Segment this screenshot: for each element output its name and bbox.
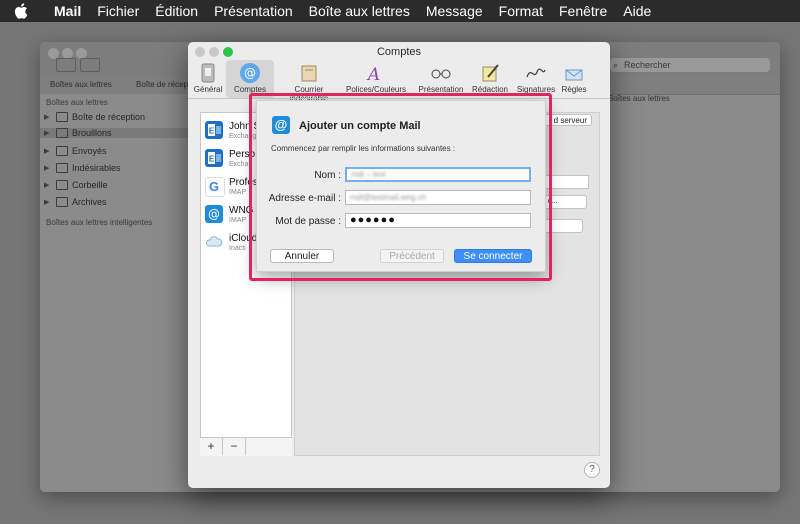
sidebar-item-drafts[interactable]: ▶ Brouillons [40, 128, 190, 138]
trash-icon [56, 180, 68, 190]
svg-text:A: A [366, 65, 380, 83]
mailbox-toggle-icon[interactable] [56, 58, 76, 72]
general-icon [197, 62, 219, 84]
account-type: IMAP [229, 189, 247, 196]
menu-app-mail[interactable]: Mail [46, 3, 89, 19]
disclosure-triangle-icon[interactable]: ▶ [44, 181, 52, 189]
account-list-controls: + − [200, 437, 292, 456]
menu-message[interactable]: Message [418, 3, 491, 19]
disclosure-triangle-icon[interactable]: ▶ [44, 147, 52, 155]
sidebar-item-label: Boîte de réception [72, 112, 146, 122]
tab-label: Règles [561, 85, 587, 94]
sidebar-header: Boîtes aux lettres [46, 98, 108, 107]
disclosure-triangle-icon[interactable]: ▶ [44, 113, 52, 121]
exchange-icon: E [205, 121, 223, 139]
window-title: Comptes [376, 46, 422, 58]
compose-icon[interactable] [80, 58, 100, 72]
menu-bar: Mail Fichier Édition Présentation Boîte … [0, 0, 800, 22]
at-icon: @ [205, 205, 223, 223]
sidebar-item-label: Archives [72, 197, 107, 207]
svg-text:@: @ [208, 207, 220, 221]
favorites-mailboxes[interactable]: Boîtes aux lettres [50, 80, 112, 89]
search-input[interactable]: ⌕ Rechercher [610, 58, 770, 72]
favorites-inbox[interactable]: Boîte de récep [136, 80, 188, 89]
sidebar-item-inbox[interactable]: ▶ Boîte de réception [44, 112, 145, 122]
google-icon: G [205, 177, 225, 197]
menu-format[interactable]: Format [491, 3, 551, 19]
sidebar-item-label: Envoyés [72, 146, 107, 156]
disclosure-triangle-icon[interactable]: ▶ [44, 164, 52, 172]
archive-icon [56, 197, 68, 207]
highlight-annotation [249, 93, 552, 281]
mailbox-column-header: Boîtes aux lettres [608, 94, 670, 103]
sidebar-item-label: Corbeille [72, 180, 108, 190]
sidebar-item-junk[interactable]: ▶ Indésirables [44, 163, 121, 173]
sidebar-item-trash[interactable]: ▶ Corbeille [44, 180, 108, 190]
sidebar-item-label: Brouillons [72, 128, 112, 138]
cloud-icon [205, 233, 223, 251]
search-placeholder: Rechercher [624, 60, 671, 70]
account-type: IMAP [229, 217, 247, 224]
drafts-icon [56, 128, 68, 138]
svg-text:@: @ [244, 66, 256, 80]
menu-boite-aux-lettres[interactable]: Boîte aux lettres [301, 3, 418, 19]
menu-fichier[interactable]: Fichier [89, 3, 147, 19]
svg-text:G: G [209, 179, 219, 194]
help-button[interactable]: ? [584, 462, 600, 478]
tab-label: Général [193, 85, 223, 94]
exchange-icon: E [205, 149, 223, 167]
menu-aide[interactable]: Aide [615, 3, 659, 19]
sidebar-item-sent[interactable]: ▶ Envoyés [44, 146, 107, 156]
junk-icon [298, 62, 320, 84]
fonts-icon: A [363, 62, 385, 84]
account-type: Inacti [229, 245, 246, 252]
rules-icon [563, 62, 585, 84]
smart-mailboxes-header: Boîtes aux lettres intelligentes [46, 218, 153, 227]
svg-text:E: E [209, 155, 215, 164]
junk-icon [56, 163, 68, 173]
mail-sidebar: Boîtes aux lettres ▶ Boîte de réception ▶… [40, 94, 190, 492]
at-icon: @ [239, 62, 261, 84]
disclosure-triangle-icon[interactable]: ▶ [44, 198, 52, 206]
menu-fenetre[interactable]: Fenêtre [551, 3, 615, 19]
add-account-button[interactable]: + [200, 438, 223, 455]
glasses-icon [430, 62, 452, 84]
sent-icon [56, 146, 68, 156]
signature-icon [525, 62, 547, 84]
compose-icon [479, 62, 501, 84]
menu-presentation[interactable]: Présentation [206, 3, 301, 19]
remove-account-button[interactable]: − [223, 438, 246, 455]
apple-icon[interactable] [14, 3, 32, 19]
sidebar-item-label: Indésirables [72, 163, 121, 173]
search-icon: ⌕ [613, 60, 619, 70]
menu-edition[interactable]: Édition [147, 3, 206, 19]
tab-rules[interactable]: Règles [550, 60, 598, 98]
sidebar-item-archives[interactable]: ▶ Archives [44, 197, 107, 207]
inbox-icon [56, 112, 68, 122]
svg-text:E: E [209, 127, 215, 136]
disclosure-triangle-icon[interactable]: ▶ [44, 129, 52, 137]
